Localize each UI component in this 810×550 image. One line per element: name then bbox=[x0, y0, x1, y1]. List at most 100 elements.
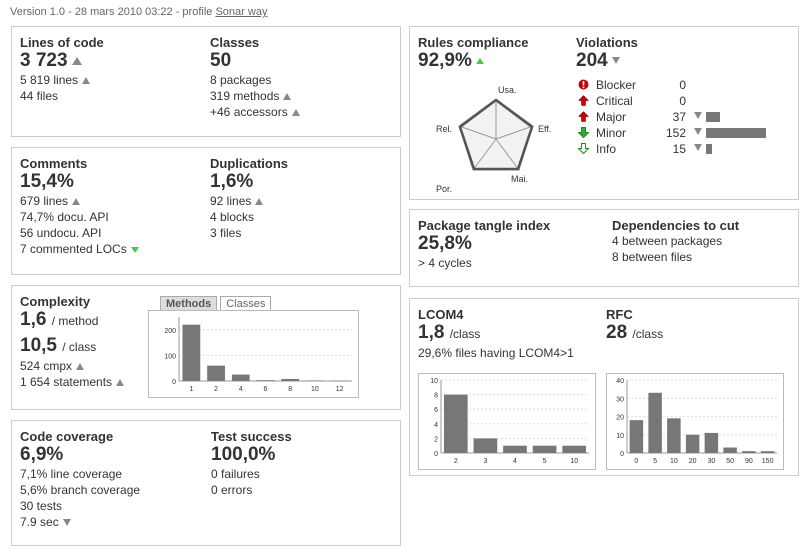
tangle-cycles[interactable]: > 4 cycles bbox=[418, 255, 550, 271]
tangle-value[interactable]: 25,8% bbox=[418, 233, 550, 255]
radar-label-rel: Rel. bbox=[436, 124, 452, 134]
branch-coverage[interactable]: 5,6% branch coverage bbox=[20, 482, 140, 498]
violation-row-major[interactable]: Major 37 bbox=[576, 109, 796, 125]
bar-5 bbox=[648, 392, 662, 453]
x-tick-label: 10 bbox=[570, 458, 578, 465]
bar-150 bbox=[760, 451, 775, 453]
trend-up-icon bbox=[71, 56, 82, 65]
x-tick-label: 10 bbox=[670, 458, 678, 465]
complexity-per-class[interactable]: 10,5 bbox=[20, 335, 57, 356]
rules-compliance-value[interactable]: 92,9% bbox=[418, 50, 472, 71]
lines-of-code-label: Lines of code bbox=[20, 35, 104, 50]
trend-down-icon bbox=[611, 57, 620, 65]
per-method-unit: / method bbox=[51, 314, 99, 328]
deps-files[interactable]: 8 between files bbox=[612, 249, 739, 265]
cmpx-count[interactable]: 524 cmpx bbox=[20, 359, 72, 373]
complexity-label: Complexity bbox=[20, 294, 91, 309]
complexity-distribution-chart: 01002001 2 4 6 8 10 12 bbox=[164, 317, 352, 393]
radar-label-mai: Mai. bbox=[511, 174, 528, 184]
violation-row-blocker[interactable]: Blocker 0 bbox=[576, 77, 796, 93]
violation-name: Major bbox=[596, 110, 627, 124]
x-tick-label: 1 bbox=[189, 386, 193, 393]
y-tick-label: 10 bbox=[430, 378, 438, 385]
rfc-value[interactable]: 28 bbox=[606, 322, 627, 343]
violation-name: Blocker bbox=[596, 78, 637, 92]
tests-count[interactable]: 30 tests bbox=[20, 498, 140, 514]
complexity-per-method[interactable]: 1,6 bbox=[20, 309, 46, 330]
violation-count: 15 bbox=[672, 142, 686, 156]
comments-value[interactable]: 15,4% bbox=[20, 171, 139, 193]
lcom4-files-having[interactable]: 29,6% files having LCOM4>1 bbox=[418, 345, 574, 361]
test-errors[interactable]: 0 errors bbox=[211, 482, 292, 498]
violations-value[interactable]: 204 bbox=[576, 50, 608, 71]
bar-4 bbox=[231, 374, 250, 381]
profile-link[interactable]: Sonar way bbox=[215, 6, 267, 18]
y-tick-label: 2 bbox=[434, 436, 438, 443]
commented-locs[interactable]: 7 commented LOCs bbox=[20, 242, 127, 256]
duplicated-lines[interactable]: 92 lines bbox=[210, 194, 251, 208]
radar-label-usa: Usa. bbox=[498, 85, 517, 95]
violation-row-critical[interactable]: Critical 0 bbox=[576, 93, 796, 109]
x-tick-label: 20 bbox=[689, 458, 697, 465]
violation-count: 0 bbox=[679, 94, 686, 108]
x-tick-label: 30 bbox=[707, 458, 715, 465]
coverage-label: Code coverage bbox=[20, 429, 114, 444]
violation-row-minor[interactable]: Minor 152 bbox=[576, 125, 796, 141]
accessors-count[interactable]: +46 accessors bbox=[210, 105, 288, 119]
line-coverage[interactable]: 7,1% line coverage bbox=[20, 466, 140, 482]
lcom-rfc-widget: LCOM4 1,8 /class 29,6% files having LCOM… bbox=[409, 298, 799, 476]
violation-row-info[interactable]: Info 15 bbox=[576, 141, 796, 157]
undocu-api[interactable]: 56 undocu. API bbox=[20, 225, 139, 241]
violation-name: Critical bbox=[596, 94, 633, 108]
test-success-label: Test success bbox=[211, 429, 292, 444]
trend-up-icon bbox=[82, 77, 91, 85]
bar-10 bbox=[306, 380, 324, 381]
duplications-value[interactable]: 1,6% bbox=[210, 171, 288, 193]
violations-label: Violations bbox=[576, 35, 638, 50]
x-tick-label: 8 bbox=[288, 386, 292, 393]
deps-label: Dependencies to cut bbox=[612, 218, 740, 233]
y-tick-label: 6 bbox=[434, 407, 438, 414]
lcom4-value[interactable]: 1,8 bbox=[418, 322, 444, 343]
x-tick-label: 50 bbox=[726, 458, 734, 465]
methods-count[interactable]: 319 methods bbox=[210, 89, 279, 103]
coverage-widget: Code coverage 6,9% 7,1% line coverage 5,… bbox=[11, 420, 401, 546]
test-failures[interactable]: 0 failures bbox=[211, 466, 292, 482]
y-tick-label: 8 bbox=[434, 393, 438, 400]
rfc-label: RFC bbox=[606, 307, 633, 322]
rfc-unit: /class bbox=[632, 327, 664, 341]
bar-5 bbox=[532, 445, 557, 453]
design-widget: Package tangle index 25,8% > 4 cycles De… bbox=[409, 209, 799, 287]
deps-packages[interactable]: 4 between packages bbox=[612, 233, 739, 249]
test-success-value[interactable]: 100,0% bbox=[211, 444, 292, 466]
coverage-value[interactable]: 6,9% bbox=[20, 444, 140, 466]
bar-20 bbox=[685, 434, 700, 453]
x-tick-label: 3 bbox=[483, 458, 487, 465]
x-tick-label: 6 bbox=[264, 386, 268, 393]
x-tick-label: 90 bbox=[745, 458, 753, 465]
docu-api[interactable]: 74,7% docu. API bbox=[20, 209, 139, 225]
info-arrow-icon bbox=[578, 143, 589, 154]
trend-up-icon bbox=[72, 198, 81, 206]
bar-10 bbox=[667, 418, 681, 453]
packages-count[interactable]: 8 packages bbox=[210, 72, 300, 88]
bar-12 bbox=[330, 380, 349, 382]
bar-90 bbox=[742, 451, 756, 453]
radar-label-por: Por. bbox=[436, 184, 452, 194]
rfc-distribution-chart: 0 10 20 30 40 0 5 10 20 30 50 90 150 bbox=[616, 378, 777, 465]
y-tick-label: 30 bbox=[616, 396, 624, 403]
bar-1 bbox=[182, 324, 201, 381]
trend-down-icon bbox=[694, 112, 702, 119]
files-count[interactable]: 44 files bbox=[20, 88, 104, 104]
classes-value[interactable]: 50 bbox=[210, 50, 300, 72]
duplicated-files[interactable]: 3 files bbox=[210, 225, 288, 241]
y-tick-label: 100 bbox=[164, 353, 176, 360]
complexity-chart-frame: 0 100 200 1 2 4 6 8 10 12 bbox=[148, 310, 359, 398]
comment-lines[interactable]: 679 lines bbox=[20, 194, 68, 208]
lines-count[interactable]: 5 819 lines bbox=[20, 73, 78, 87]
radar-label-eff: Eff. bbox=[538, 124, 551, 134]
test-time[interactable]: 7.9 sec bbox=[20, 515, 59, 529]
duplicated-blocks[interactable]: 4 blocks bbox=[210, 209, 288, 225]
statements-count[interactable]: 1 654 statements bbox=[20, 375, 112, 389]
rules-label: Rules compliance bbox=[418, 35, 529, 50]
